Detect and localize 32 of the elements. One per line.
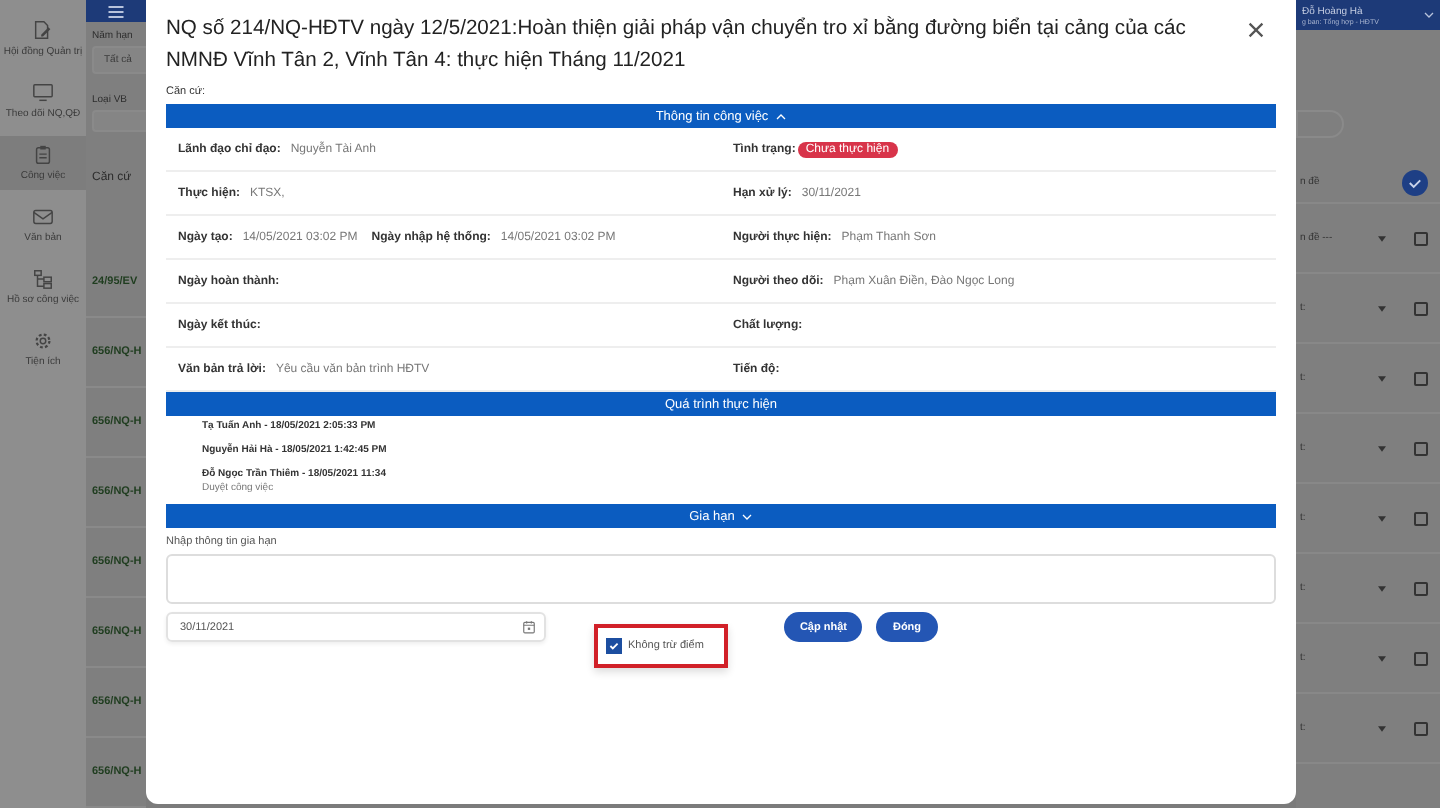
checkbox[interactable] <box>1414 511 1428 525</box>
checkbox[interactable] <box>1414 721 1428 735</box>
caret-down-icon <box>1378 305 1386 311</box>
caret-down-icon <box>1378 445 1386 451</box>
checkbox[interactable] <box>1414 441 1428 455</box>
clipboard-icon <box>32 144 54 166</box>
check-circle-icon <box>1402 169 1428 195</box>
checkbox[interactable] <box>1414 231 1428 245</box>
calendar-icon <box>522 620 536 634</box>
caret-down-icon <box>1378 655 1386 661</box>
checkbox[interactable] <box>606 638 622 654</box>
caret-down-icon <box>1378 585 1386 591</box>
checkbox[interactable] <box>1414 651 1428 665</box>
close-button[interactable] <box>1248 22 1268 42</box>
close-icon <box>1248 22 1264 38</box>
caret-down-icon <box>1378 235 1386 241</box>
menu-icon <box>106 1 126 22</box>
caret-down-icon <box>1378 515 1386 521</box>
checkbox[interactable] <box>1414 371 1428 385</box>
document-pen-icon <box>32 20 54 42</box>
envelope-icon <box>32 206 54 228</box>
settings-icon <box>32 330 54 352</box>
folder-tree-icon <box>32 268 54 290</box>
dialog-title: NQ số 214/NQ-HĐTV ngày 12/5/2021:Hoàn thiện giải pháp vận chuyển tro xỉ bằng đường biển tại cảng của các NMNĐ Vĩnh Tân 2, Vĩnh Tân 4: thực hiện Tháng 11/2021 <box>166 14 1188 76</box>
search-field[interactable] <box>1296 110 1344 138</box>
checkbox[interactable] <box>1414 301 1428 315</box>
filter-field[interactable] <box>92 110 146 133</box>
caret-down-icon <box>1378 725 1386 731</box>
checkbox[interactable] <box>1414 581 1428 595</box>
caret-down-icon <box>1378 375 1386 381</box>
chevron-down-icon <box>1424 12 1434 18</box>
monitor-icon <box>32 82 54 104</box>
